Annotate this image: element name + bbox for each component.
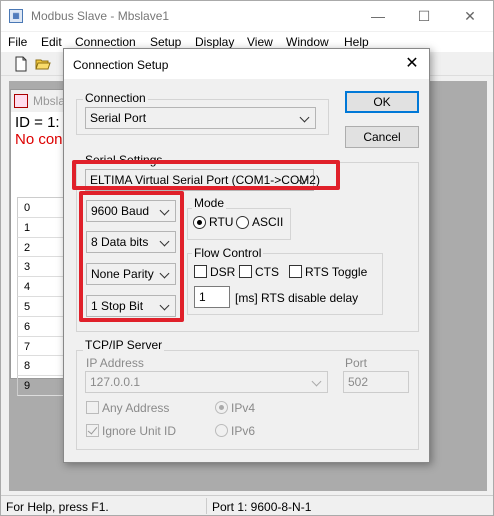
rts-toggle-label[interactable]: RTS Toggle — [305, 265, 367, 279]
chevron-down-icon — [159, 298, 171, 314]
baud-rate-select[interactable]: 9600 Baud — [86, 200, 176, 222]
minimize-button[interactable]: — — [355, 1, 401, 31]
menu-window[interactable]: Window — [286, 35, 329, 49]
dsr-label[interactable]: DSR — [210, 265, 235, 279]
flow-control-label: Flow Control — [192, 246, 264, 260]
connection-setup-dialog: Connection Setup ✕ Connection Serial Por… — [63, 48, 430, 463]
ipv6-label[interactable]: IPv6 — [231, 424, 255, 438]
cancel-button[interactable]: Cancel — [345, 126, 419, 148]
menu-setup[interactable]: Setup — [150, 35, 181, 49]
status-port-text: Port 1: 9600-8-N-1 — [212, 500, 312, 514]
status-divider — [206, 498, 207, 514]
ip-address-label: IP Address — [86, 356, 144, 370]
parity-value: None Parity — [91, 267, 154, 281]
chevron-down-icon — [159, 266, 171, 282]
chevron-down-icon — [159, 234, 171, 250]
rts-toggle-checkbox[interactable] — [289, 265, 302, 278]
rtu-label[interactable]: RTU — [209, 215, 233, 229]
menu-file[interactable]: File — [8, 35, 27, 49]
port-input[interactable]: 502 — [343, 371, 409, 393]
parity-select[interactable]: None Parity — [86, 263, 176, 285]
ascii-label[interactable]: ASCII — [252, 215, 283, 229]
close-button[interactable]: ✕ — [447, 1, 493, 31]
dialog-title: Connection Setup — [73, 58, 169, 72]
serial-port-value: ELTIMA Virtual Serial Port (COM1->COM2) — [90, 173, 320, 187]
connection-group-label: Connection — [83, 91, 148, 105]
rts-delay-input[interactable]: 1 — [194, 286, 230, 308]
menu-view[interactable]: View — [247, 35, 273, 49]
ipv6-radio[interactable] — [215, 424, 228, 437]
open-folder-icon[interactable] — [35, 56, 51, 72]
mode-group-label: Mode — [192, 196, 227, 210]
document-title: Mbsla — [33, 94, 66, 108]
dialog-close-button[interactable]: ✕ — [401, 54, 423, 74]
new-file-icon[interactable] — [13, 56, 29, 72]
status-help-text: For Help, press F1. — [6, 500, 109, 514]
ip-address-value: 127.0.0.1 — [90, 375, 141, 389]
ip-address-select[interactable]: 127.0.0.1 — [85, 371, 328, 393]
stop-bits-value: 1 Stop Bit — [91, 299, 144, 313]
cts-checkbox[interactable] — [239, 265, 252, 278]
connection-type-select[interactable]: Serial Port — [85, 107, 316, 129]
chevron-down-icon — [299, 110, 311, 126]
menu-help[interactable]: Help — [344, 35, 369, 49]
ignore-unit-id-checkbox[interactable] — [86, 424, 99, 437]
dialog-title-bar: Connection Setup ✕ — [64, 49, 429, 79]
stop-bits-select[interactable]: 1 Stop Bit — [86, 295, 176, 317]
ignore-unit-id-label[interactable]: Ignore Unit ID — [102, 424, 176, 438]
ok-button[interactable]: OK — [345, 91, 419, 113]
menu-connection[interactable]: Connection — [75, 35, 136, 49]
tcpip-group-label: TCP/IP Server — [83, 338, 165, 352]
serial-port-select[interactable]: ELTIMA Virtual Serial Port (COM1->COM2) — [85, 169, 320, 191]
any-address-checkbox[interactable] — [86, 401, 99, 414]
window-title: Modbus Slave - Mbslave1 — [31, 9, 170, 23]
baud-rate-value: 9600 Baud — [91, 204, 150, 218]
maximize-button[interactable]: ☐ — [401, 1, 447, 31]
data-bits-select[interactable]: 8 Data bits — [86, 231, 176, 253]
any-address-label[interactable]: Any Address — [102, 401, 169, 415]
chevron-down-icon — [297, 172, 309, 188]
ipv4-radio[interactable] — [215, 401, 228, 414]
serial-settings-label: Serial Settings — [83, 153, 165, 167]
document-icon — [14, 94, 28, 108]
title-bar: ▦ Modbus Slave - Mbslave1 — ☐ ✕ — [1, 1, 493, 31]
chevron-down-icon — [311, 374, 323, 390]
rtu-radio[interactable] — [193, 216, 206, 229]
status-bar: For Help, press F1. Port 1: 9600-8-N-1 — [1, 495, 493, 515]
port-label: Port — [345, 356, 368, 370]
connection-type-value: Serial Port — [90, 111, 147, 125]
chevron-down-icon — [159, 203, 171, 219]
data-bits-value: 8 Data bits — [91, 235, 149, 249]
cts-label[interactable]: CTS — [255, 265, 279, 279]
ascii-radio[interactable] — [236, 216, 249, 229]
dsr-checkbox[interactable] — [194, 265, 207, 278]
menu-display[interactable]: Display — [195, 35, 234, 49]
ipv4-label[interactable]: IPv4 — [231, 401, 255, 415]
rts-delay-label: [ms] RTS disable delay — [235, 291, 359, 305]
menu-edit[interactable]: Edit — [41, 35, 62, 49]
app-icon: ▦ — [9, 9, 23, 23]
